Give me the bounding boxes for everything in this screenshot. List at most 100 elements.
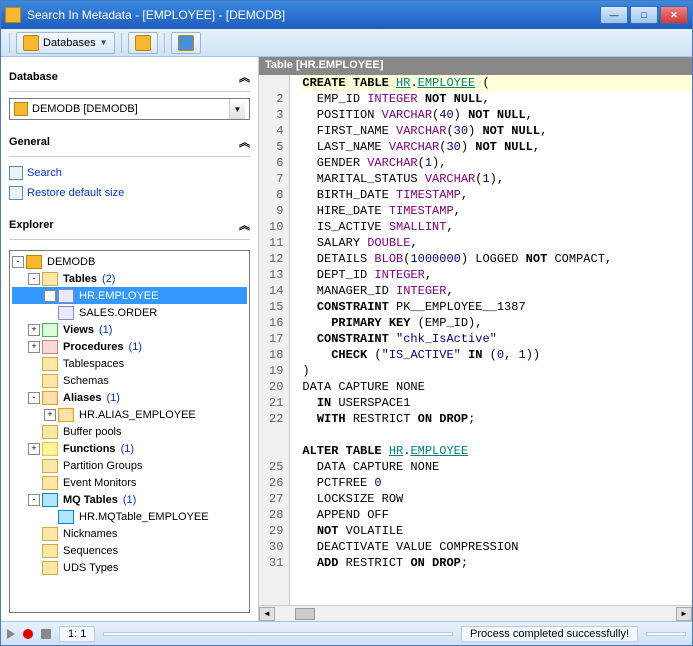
tree-node[interactable]: HR.MQTable_EMPLOYEE xyxy=(12,508,247,525)
expand-icon[interactable]: + xyxy=(28,324,40,336)
minimize-button[interactable]: — xyxy=(600,6,628,24)
tree-label: Aliases xyxy=(61,391,104,405)
fld-icon xyxy=(42,272,58,286)
scroll-left-icon[interactable]: ◄ xyxy=(259,607,275,621)
stop-icon[interactable] xyxy=(41,629,51,639)
tree-label: Functions xyxy=(61,442,118,456)
expand-icon[interactable] xyxy=(28,528,40,540)
code-editor[interactable]: 2345678910111213141516171819202122252627… xyxy=(259,75,692,605)
tree-label: MQ Tables xyxy=(61,493,120,507)
code-content[interactable]: CREATE TABLE HR.EMPLOYEE ( EMP_ID INTEGE… xyxy=(290,75,692,605)
expand-icon[interactable] xyxy=(28,562,40,574)
tree-node[interactable]: Tablespaces xyxy=(12,355,247,372)
tree-node[interactable]: SALES.ORDER xyxy=(12,304,247,321)
tree-label: Sequences xyxy=(61,544,120,558)
expand-icon[interactable] xyxy=(28,460,40,472)
play-icon[interactable] xyxy=(7,629,15,639)
tree-node[interactable]: Sequences xyxy=(12,542,247,559)
tree-label: Procedures xyxy=(61,340,126,354)
chevron-up-icon: ︽ xyxy=(239,217,250,233)
tree-label: HR.EMPLOYEE xyxy=(77,289,160,303)
editor-header: Table [HR.EMPLOYEE] xyxy=(259,57,692,75)
toolbar: Databases ▼ xyxy=(1,29,692,57)
combo-value: DEMODB [DEMODB] xyxy=(32,103,138,115)
tree-node[interactable]: +Procedures(1) xyxy=(12,338,247,355)
expand-icon[interactable]: - xyxy=(12,256,24,268)
restore-icon xyxy=(9,186,23,200)
tree-node[interactable]: +Views(1) xyxy=(12,321,247,338)
tree-node[interactable]: - DEMODB xyxy=(12,253,247,270)
fld-icon xyxy=(42,459,58,473)
close-button[interactable]: ✕ xyxy=(660,6,688,24)
databases-label: Databases xyxy=(43,37,96,49)
fld-icon xyxy=(42,527,58,541)
expand-icon[interactable] xyxy=(28,375,40,387)
status-spacer xyxy=(103,632,453,636)
record-icon[interactable] xyxy=(23,629,33,639)
expand-icon[interactable]: - xyxy=(28,273,40,285)
tree-label: HR.ALIAS_EMPLOYEE xyxy=(77,408,198,422)
expand-icon[interactable] xyxy=(28,477,40,489)
explorer-tree[interactable]: -DEMODB-Tables(2)+HR.EMPLOYEESALES.ORDER… xyxy=(9,250,250,613)
tree-node[interactable]: -Aliases(1) xyxy=(12,389,247,406)
tree-node[interactable]: Event Monitors xyxy=(12,474,247,491)
expand-icon[interactable] xyxy=(44,511,56,523)
fn-icon xyxy=(42,442,58,456)
mq-icon xyxy=(42,493,58,507)
status-cell xyxy=(646,632,686,636)
tbl-icon xyxy=(58,289,74,303)
tree-label: Tables xyxy=(61,272,99,286)
tree-node[interactable]: + HR.ALIAS_EMPLOYEE xyxy=(12,406,247,423)
tree-label: SALES.ORDER xyxy=(77,306,159,320)
database-section-header[interactable]: Database︽ xyxy=(9,65,250,89)
tree-label: Event Monitors xyxy=(61,476,138,490)
restore-size-link[interactable]: Restore default size xyxy=(9,183,250,203)
expand-icon[interactable]: + xyxy=(44,290,56,302)
status-message: Process completed successfully! xyxy=(461,626,638,642)
tree-node[interactable]: Schemas xyxy=(12,372,247,389)
al-icon xyxy=(42,391,58,405)
search-link[interactable]: Search xyxy=(9,163,250,183)
expand-icon[interactable] xyxy=(28,426,40,438)
explorer-section-header[interactable]: Explorer︽ xyxy=(9,213,250,237)
folder-icon xyxy=(135,35,151,51)
database-combo[interactable]: DEMODB [DEMODB] ▼ xyxy=(9,98,250,120)
window-title: Search In Metadata - [EMPLOYEE] - [DEMOD… xyxy=(27,8,600,22)
expand-icon[interactable]: + xyxy=(28,341,40,353)
app-icon xyxy=(5,7,21,23)
scroll-right-icon[interactable]: ► xyxy=(676,607,692,621)
chevron-up-icon: ︽ xyxy=(239,134,250,150)
tree-node[interactable]: + HR.EMPLOYEE xyxy=(12,287,247,304)
databases-dropdown[interactable]: Databases ▼ xyxy=(16,32,115,54)
toolbar-button-2[interactable] xyxy=(171,32,201,54)
tree-label: Views xyxy=(61,323,96,337)
expand-icon[interactable]: - xyxy=(28,392,40,404)
expand-icon[interactable]: - xyxy=(28,494,40,506)
tree-node[interactable]: +Functions(1) xyxy=(12,440,247,457)
expand-icon[interactable]: + xyxy=(28,443,40,455)
statusbar: 1: 1 Process completed successfully! xyxy=(1,621,692,645)
expand-icon[interactable] xyxy=(44,307,56,319)
tree-node[interactable]: Nicknames xyxy=(12,525,247,542)
al-icon xyxy=(58,408,74,422)
tree-node[interactable]: -MQ Tables(1) xyxy=(12,491,247,508)
db-icon xyxy=(26,255,42,269)
tree-node[interactable]: Partition Groups xyxy=(12,457,247,474)
maximize-button[interactable]: □ xyxy=(630,6,658,24)
tree-node[interactable]: Buffer pools xyxy=(12,423,247,440)
scroll-thumb[interactable] xyxy=(295,608,315,620)
tree-node[interactable]: UDS Types xyxy=(12,559,247,576)
fld-icon xyxy=(42,357,58,371)
toolbar-button-1[interactable] xyxy=(128,32,158,54)
fld-icon xyxy=(42,561,58,575)
left-panel: Database︽ DEMODB [DEMODB] ▼ General︽ Sea… xyxy=(1,57,259,621)
expand-icon[interactable] xyxy=(28,358,40,370)
tree-node[interactable]: -Tables(2) xyxy=(12,270,247,287)
tree-label: Partition Groups xyxy=(61,459,144,473)
chevron-down-icon[interactable]: ▼ xyxy=(229,99,245,119)
horizontal-scrollbar[interactable]: ◄ ► xyxy=(259,605,692,621)
expand-icon[interactable] xyxy=(28,545,40,557)
general-section-header[interactable]: General︽ xyxy=(9,130,250,154)
expand-icon[interactable]: + xyxy=(44,409,56,421)
tree-label: DEMODB xyxy=(45,255,97,269)
